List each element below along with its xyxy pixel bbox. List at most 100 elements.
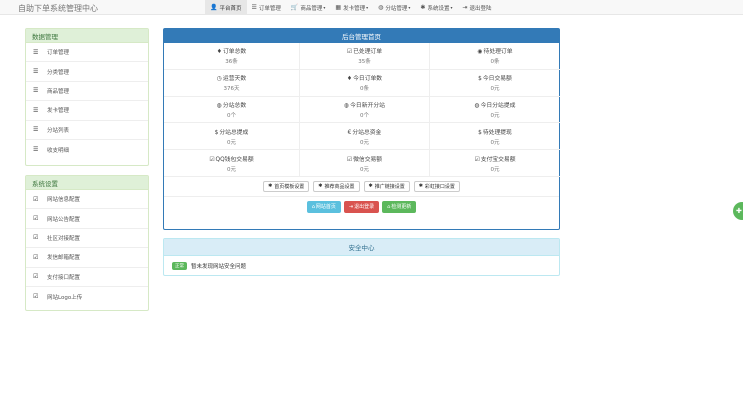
dollar-icon: $ xyxy=(478,76,482,83)
recommended-products-button[interactable]: ✱ 推荐商品设置 xyxy=(313,180,360,192)
logout-icon: ⇥ xyxy=(462,4,468,11)
chat-icon: ✚ xyxy=(736,207,742,215)
sidebar-item-site-info[interactable]: ☑ 网站信息配置 xyxy=(26,190,148,210)
list-icon: ☰ xyxy=(33,48,39,56)
nav-products[interactable]: 🛒 商品管理 ▾ xyxy=(286,0,331,15)
data-management-title: 数据管理 xyxy=(26,29,148,43)
stat-total-funds: €分站总资金 0元 xyxy=(300,123,430,151)
system-settings-title: 系统设置 xyxy=(26,176,148,190)
stat-pending-withdrawals: $待处理提现 0元 xyxy=(430,123,560,151)
gear-icon: ✱ xyxy=(418,183,423,190)
caret-down-icon: ▾ xyxy=(408,5,411,10)
security-message: 暂未发现网站安全问题 xyxy=(191,263,247,270)
table-icon: ▦ xyxy=(335,4,342,11)
brand-title[interactable]: 自助下单系统管理中心 xyxy=(18,3,98,14)
site-home-button[interactable]: ⌂ 网站首页 xyxy=(306,200,341,213)
sidebar-item-logo[interactable]: ☑ 网站Logo上传 xyxy=(26,287,148,306)
edit-icon: ☑ xyxy=(33,293,39,301)
gear-icon: ✱ xyxy=(368,183,373,190)
system-settings-panel: 系统设置 ☑ 网站信息配置 ☑ 网站公告配置 ☑ 社区对接配置 ☑ 发信邮箱配置 ☑ 支付… xyxy=(25,175,149,311)
cart-icon: 🛒 xyxy=(290,4,299,11)
nav-logout[interactable]: ⇥ 退出登陆 xyxy=(457,0,496,15)
check-update-button[interactable]: ⌂ 检测更新 xyxy=(382,200,417,213)
check-icon: ☑ xyxy=(346,49,353,56)
edit-icon: ☑ xyxy=(33,195,39,203)
stat-total-substations: ◍分站总数 0个 xyxy=(164,96,300,124)
gear-icon: ✱ xyxy=(268,183,273,190)
list-icon: ☰ xyxy=(33,68,39,76)
list-icon: ☰ xyxy=(33,146,39,154)
list-icon: ☰ xyxy=(33,106,39,114)
stat-total-orders: ♦订单总数 36条 xyxy=(164,43,300,70)
sidebar-item-announcement[interactable]: ☑ 网站公告配置 xyxy=(26,209,148,229)
stat-wechat: ☑微信交易额 0元 xyxy=(300,150,430,177)
dollar-icon: $ xyxy=(478,129,482,136)
security-panel: 安全中心 正常 暂未发现网站安全问题 xyxy=(163,238,560,276)
stat-processed-orders: ☑已处理订单 35条 xyxy=(300,43,430,70)
stat-qq-wallet: ☑QQ钱包交易额 0元 xyxy=(164,150,300,177)
caret-down-icon: ▾ xyxy=(366,5,369,10)
home-icon: ⌂ xyxy=(387,203,391,210)
nav-orders[interactable]: ☰ 订单管理 xyxy=(247,0,286,15)
stat-today-orders: ♦今日订单数 0条 xyxy=(300,69,430,97)
action-buttons-row: ⌂ 网站首页 ⇥ 退出登录 ⌂ 检测更新 xyxy=(164,197,559,217)
nav-cards[interactable]: ▦ 发卡管理 ▾ xyxy=(330,0,373,15)
edit-icon: ☑ xyxy=(33,253,39,261)
floating-service-button[interactable]: ✚ xyxy=(733,202,743,220)
status-badge: 正常 xyxy=(172,261,187,270)
top-navbar: 自助下单系统管理中心 👤 平台首页 ☰ 订单管理 🛒 商品管理 ▾ ▦ 发卡管理 ▾ ◍ 分站… xyxy=(0,0,743,15)
data-management-panel: 数据管理 ☰ 订单管理 ☰ 分类管理 ☰ 商品管理 ☰ 发卡管理 ☰ 分站列表 ☰ 收支明细 xyxy=(25,28,149,166)
main-nav: 👤 平台首页 ☰ 订单管理 🛒 商品管理 ▾ ▦ 发卡管理 ▾ ◍ 分站管理 ▾ ✱ 系统设置 ▾ … xyxy=(205,0,497,15)
config-buttons-row: ✱ 首页模板设置 ✱ 推荐商品设置 ✱ 推广链接设置 ✱ 彩虹接口设置 xyxy=(164,177,559,197)
stat-new-substations: ◍今日新开分站 0个 xyxy=(300,96,430,124)
stats-grid: ♦订单总数 36条 ☑已处理订单 35条 ◉待处理订单 0条 ◷运营天数 376天 ♦今… xyxy=(164,43,560,177)
edit-icon: ☑ xyxy=(33,273,39,281)
sidebar-item-categories[interactable]: ☰ 分类管理 xyxy=(26,62,148,82)
sidebar-item-cards[interactable]: ☰ 发卡管理 xyxy=(26,101,148,121)
security-title: 安全中心 xyxy=(164,239,559,256)
stat-total-commission: $分站总提成 0元 xyxy=(164,123,300,151)
nav-settings[interactable]: ✱ 系统设置 ▾ xyxy=(415,0,457,15)
logout-icon: ⇥ xyxy=(348,203,354,210)
nav-substations[interactable]: ◍ 分站管理 ▾ xyxy=(373,0,415,15)
sidebar-item-substations[interactable]: ☰ 分站列表 xyxy=(26,121,148,140)
check-square-icon: ☑ xyxy=(474,156,480,163)
dollar-icon: $ xyxy=(214,129,219,136)
check-square-icon: ☑ xyxy=(209,156,215,163)
stat-alipay: ☑支付宝交易额 0元 xyxy=(430,150,560,177)
stat-today-commission: ◍今日分站提成 0元 xyxy=(430,97,560,124)
sidebar-item-mail[interactable]: ☑ 发信邮箱配置 xyxy=(26,248,148,268)
promo-link-button[interactable]: ✱ 推广链接设置 xyxy=(363,180,410,192)
info-icon: ◉ xyxy=(477,49,483,56)
gear-icon: ✱ xyxy=(318,183,323,190)
stat-today-revenue: $今日交易额 0元 xyxy=(430,70,560,97)
nav-home[interactable]: 👤 平台首页 xyxy=(205,0,247,15)
caret-down-icon: ▾ xyxy=(323,5,326,10)
check-square-icon: ☑ xyxy=(346,156,353,163)
sidebar-item-ledger[interactable]: ☰ 收支明细 xyxy=(26,140,148,159)
fire-icon: ♦ xyxy=(216,49,222,56)
sidebar-item-orders[interactable]: ☰ 订单管理 xyxy=(26,43,148,63)
euro-icon: € xyxy=(347,129,352,136)
edit-icon: ☑ xyxy=(33,234,39,242)
home-icon: ⌂ xyxy=(311,203,315,210)
rainbow-api-button[interactable]: ✱ 彩虹接口设置 xyxy=(413,180,460,192)
security-body: 正常 暂未发现网站安全问题 xyxy=(164,256,559,275)
stat-pending-orders: ◉待处理订单 0条 xyxy=(430,43,560,70)
dashboard-panel: 后台管理首页 ♦订单总数 36条 ☑已处理订单 35条 ◉待处理订单 0条 ◷运营天数… xyxy=(163,28,560,230)
homepage-template-button[interactable]: ✱ 首页模板设置 xyxy=(263,180,310,192)
list-icon: ☰ xyxy=(33,126,39,134)
globe-icon: ◍ xyxy=(216,102,222,109)
user-icon: 👤 xyxy=(210,4,218,11)
caret-down-icon: ▾ xyxy=(450,5,453,10)
globe-icon: ◍ xyxy=(344,102,350,109)
dashboard-title: 后台管理首页 xyxy=(164,29,559,43)
logout-button[interactable]: ⇥ 退出登录 xyxy=(343,200,380,213)
sidebar-item-products[interactable]: ☰ 商品管理 xyxy=(26,82,148,102)
globe-icon: ◍ xyxy=(378,4,384,11)
sidebar-item-payment[interactable]: ☑ 支付接口配置 xyxy=(26,268,148,287)
fire-icon: ♦ xyxy=(346,76,353,83)
list-icon: ☰ xyxy=(33,87,39,95)
stat-operating-days: ◷运营天数 376天 xyxy=(164,69,300,97)
sidebar-item-community[interactable]: ☑ 社区对接配置 xyxy=(26,229,148,249)
